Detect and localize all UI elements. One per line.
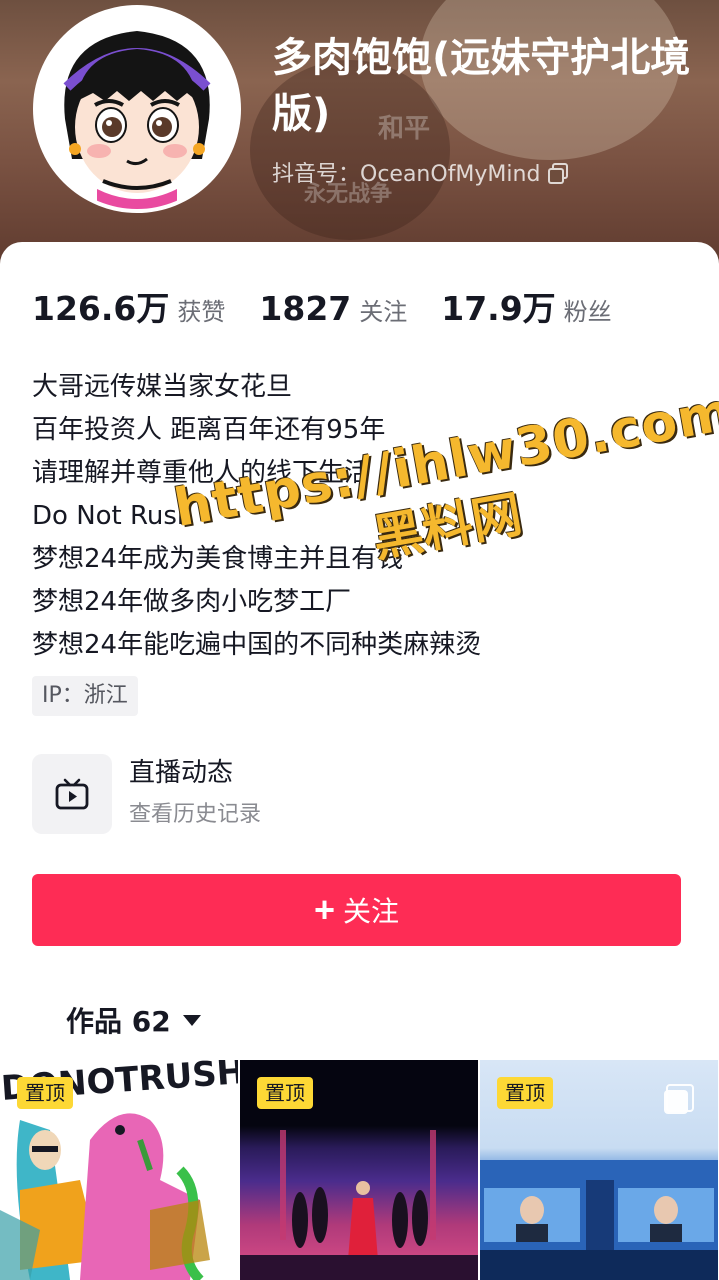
caret-down-icon xyxy=(182,1014,201,1026)
bio-line: Do Not Rush xyxy=(32,501,194,531)
douyin-id-text: 抖音号：OceanOfMyMind xyxy=(272,162,541,187)
live-icon-container xyxy=(32,754,112,834)
bio-line: 大哥远传媒当家女花旦 xyxy=(32,372,293,402)
bio-line: 梦想24年能吃遍中国的不同种类麻辣烫 xyxy=(32,630,482,660)
bio-line: 梦想24年做多肉小吃梦工厂 xyxy=(32,587,352,617)
bio-line: 梦想24年成为美食博主并且有钱 xyxy=(32,544,404,574)
profile-nickname: 多肉饱饱(远妹守护北境版) xyxy=(272,35,691,137)
works-tab[interactable]: 作品 62 xyxy=(66,1000,201,1040)
plus-icon: + xyxy=(313,889,335,930)
copy-icon[interactable] xyxy=(548,163,569,184)
ip-location-tag: IP：浙江 xyxy=(32,676,138,716)
stat-label: 粉丝 xyxy=(563,298,612,326)
follow-button-label: 关注 xyxy=(343,896,400,927)
bio: 大哥远传媒当家女花旦 百年投资人 距离百年还有95年 请理解并尊重他人的线下生活… xyxy=(32,366,692,667)
bio-line: 百年投资人 距离百年还有95年 xyxy=(32,415,386,445)
avatar[interactable] xyxy=(33,5,241,213)
pinned-badge: 置顶 xyxy=(497,1077,553,1109)
stat-value: 1827 xyxy=(259,289,352,328)
stat-followers[interactable]: 17.9万 粉丝 xyxy=(441,282,611,330)
stat-following[interactable]: 1827 关注 xyxy=(259,289,407,328)
stat-value: 17.9万 xyxy=(441,289,556,328)
video-thumbnail[interactable]: 置顶 xyxy=(480,1060,718,1280)
stat-value: 126.6万 xyxy=(32,289,170,328)
bio-line: 请理解并尊重他人的线下生活 xyxy=(32,458,371,488)
stat-likes[interactable]: 126.6万 获赞 xyxy=(32,282,225,330)
works-tab-label: 作品 62 xyxy=(66,1005,171,1038)
live-title: 直播动态 xyxy=(129,758,234,788)
douyin-id[interactable]: 抖音号：OceanOfMyMind xyxy=(272,156,569,188)
live-text: 直播动态 查看历史记录 xyxy=(129,754,261,834)
pinned-badge: 置顶 xyxy=(257,1077,313,1109)
video-thumbnail[interactable]: 置顶 xyxy=(240,1060,478,1280)
pinned-badge: 置顶 xyxy=(17,1077,73,1109)
stat-label: 获赞 xyxy=(177,298,226,326)
multi-image-icon xyxy=(664,1084,694,1114)
profile-card: 126.6万 获赞 1827 关注 17.9万 粉丝 大哥远传媒当家女花旦 百年… xyxy=(0,242,719,1280)
stats-row: 126.6万 获赞 1827 关注 17.9万 粉丝 xyxy=(32,282,646,330)
tv-icon xyxy=(55,778,89,810)
follow-button[interactable]: + 关注 xyxy=(32,874,681,946)
live-history-entry[interactable]: 直播动态 查看历史记录 xyxy=(32,754,261,834)
video-thumbnail[interactable]: DONOTRUSH 置顶 xyxy=(0,1060,238,1280)
stat-label: 关注 xyxy=(359,298,408,326)
avatar-illustration xyxy=(37,9,237,209)
video-grid: DONOTRUSH 置顶 置顶 置顶 xyxy=(0,1060,719,1280)
live-subtitle: 查看历史记录 xyxy=(129,802,262,827)
